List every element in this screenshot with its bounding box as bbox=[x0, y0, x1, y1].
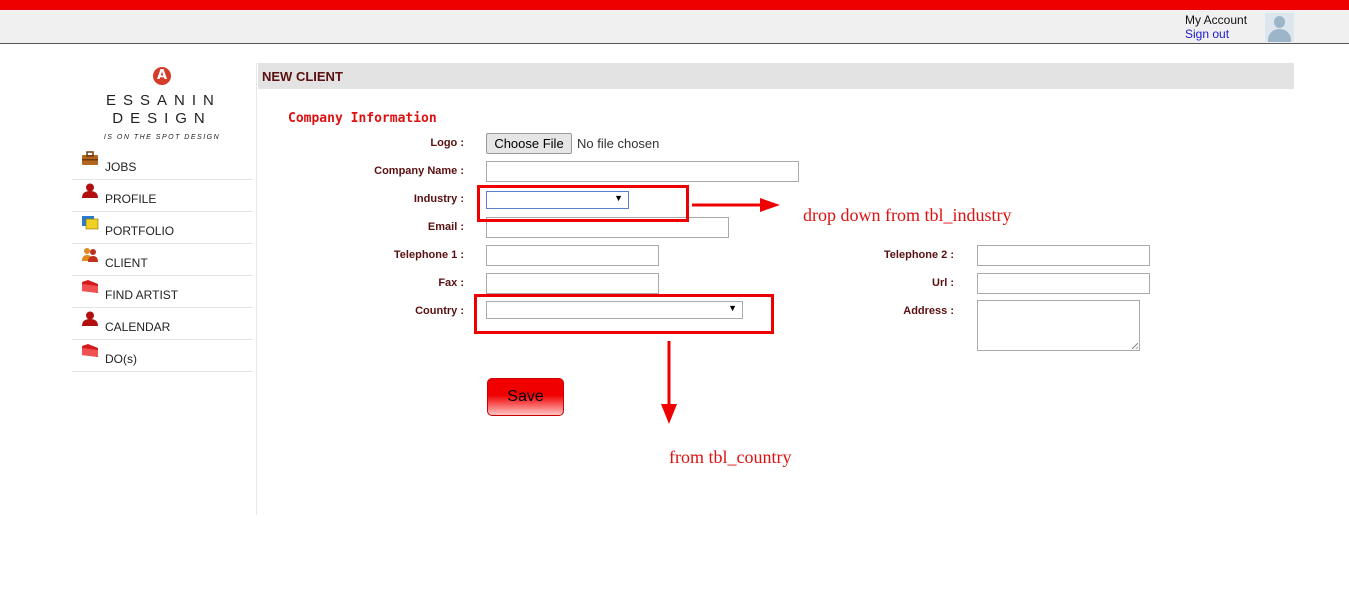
user-icon bbox=[82, 183, 98, 198]
choose-file-button[interactable]: Choose File bbox=[486, 133, 572, 154]
sidebar-item-client[interactable]: CLIENT bbox=[72, 244, 252, 276]
page-title: NEW CLIENT bbox=[262, 69, 343, 84]
sidebar-item-label: JOBS bbox=[105, 160, 137, 174]
country-highlight-box bbox=[474, 294, 774, 334]
top-accent-bar bbox=[0, 0, 1349, 10]
industry-annotation-text: drop down from tbl_industry bbox=[803, 205, 1012, 225]
down-arrow-icon bbox=[661, 341, 677, 424]
country-annotation-text: from tbl_country bbox=[669, 447, 792, 467]
company-name-label: Company Name : bbox=[374, 165, 464, 177]
sidebar-item-calendar[interactable]: CALENDAR bbox=[72, 308, 252, 340]
top-header-bar bbox=[0, 10, 1349, 44]
logo-tagline: IS ON THE SPOT DESIGN bbox=[103, 134, 221, 141]
fax-input[interactable] bbox=[486, 273, 659, 294]
folder-icon bbox=[82, 344, 98, 357]
sidebar-item-label: PORTFOLIO bbox=[105, 224, 175, 238]
fax-label: Fax : bbox=[438, 277, 464, 289]
logo-text-line1: ESSANIN bbox=[106, 92, 221, 109]
sign-out-link[interactable]: Sign out bbox=[1185, 27, 1229, 41]
no-file-chosen-text: No file chosen bbox=[577, 136, 660, 151]
logo-text-line2: DESIGN bbox=[112, 110, 212, 127]
sidebar-item-dos[interactable]: DO(s) bbox=[72, 340, 252, 372]
section-title: Company Information bbox=[288, 111, 437, 126]
sidebar-item-find-artist[interactable]: FIND ARTIST bbox=[72, 276, 252, 308]
avatar-body-shape bbox=[1268, 29, 1291, 42]
sidebar-item-label: PROFILE bbox=[105, 192, 157, 206]
address-label: Address : bbox=[903, 305, 954, 317]
client-icon bbox=[82, 248, 98, 262]
telephone1-label: Telephone 1 : bbox=[393, 249, 464, 261]
industry-highlight-box bbox=[477, 185, 689, 222]
portfolio-icon bbox=[82, 216, 99, 230]
content-divider bbox=[256, 63, 257, 515]
email-label: Email : bbox=[427, 221, 464, 233]
right-arrow-icon bbox=[692, 198, 780, 212]
my-account-label: My Account bbox=[1185, 13, 1248, 27]
sidebar-item-portfolio[interactable]: PORTFOLIO bbox=[72, 212, 252, 244]
url-label: Url : bbox=[932, 277, 954, 289]
telephone1-input[interactable] bbox=[486, 245, 659, 266]
folder-icon bbox=[82, 280, 98, 293]
logo-mark-icon: A bbox=[153, 67, 171, 85]
address-textarea[interactable] bbox=[977, 300, 1140, 351]
sidebar-item-profile[interactable]: PROFILE bbox=[72, 180, 252, 212]
logo-field-label: Logo : bbox=[430, 137, 464, 149]
user-icon bbox=[82, 311, 98, 326]
sidebar-item-label: CLIENT bbox=[105, 256, 148, 270]
sidebar-item-jobs[interactable]: JOBS bbox=[72, 148, 252, 180]
url-input[interactable] bbox=[977, 273, 1150, 294]
page-title-bar: NEW CLIENT bbox=[258, 63, 1294, 89]
sidebar-item-label: DO(s) bbox=[105, 352, 137, 366]
avatar[interactable] bbox=[1265, 13, 1294, 42]
avatar-head-shape bbox=[1274, 16, 1285, 28]
industry-label: Industry : bbox=[413, 193, 464, 205]
save-button[interactable]: Save bbox=[487, 378, 564, 416]
company-name-input[interactable] bbox=[486, 161, 799, 182]
sidebar-item-label: FIND ARTIST bbox=[105, 288, 179, 302]
sidebar-nav: JOBS PROFILE PORTFOLIO CLIENT FIND ARTIS… bbox=[72, 148, 252, 372]
sidebar-item-label: CALENDAR bbox=[105, 320, 171, 334]
telephone2-label: Telephone 2 : bbox=[883, 249, 954, 261]
telephone2-input[interactable] bbox=[977, 245, 1150, 266]
briefcase-icon bbox=[82, 151, 98, 165]
resize-grip-icon[interactable] bbox=[1132, 343, 1138, 349]
country-label: Country : bbox=[415, 305, 464, 317]
